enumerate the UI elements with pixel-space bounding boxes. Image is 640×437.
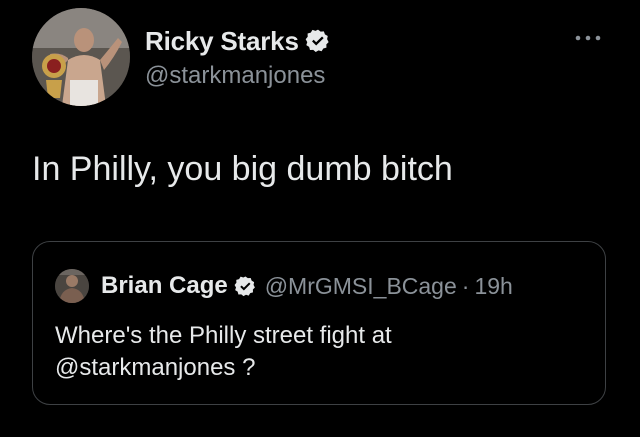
verified-badge-icon bbox=[234, 275, 257, 298]
quote-author-handle[interactable]: @MrGMSI_BCage bbox=[265, 273, 457, 300]
verified-badge-icon bbox=[305, 28, 331, 54]
author-name[interactable]: Ricky Starks bbox=[145, 26, 299, 57]
wrestler-with-belt-avatar bbox=[32, 8, 130, 106]
more-horizontal-icon bbox=[575, 35, 601, 41]
quoted-tweet-header: Brian Cage @MrGMSI_BCage · 19h bbox=[55, 268, 513, 304]
quote-author-name[interactable]: Brian Cage bbox=[101, 272, 228, 300]
tweet-text: In Philly, you big dumb bitch bbox=[32, 150, 453, 188]
quote-text-line: Where's the Philly street fight at bbox=[55, 322, 392, 349]
quote-timestamp[interactable]: 19h bbox=[474, 273, 512, 300]
quoted-tweet-card[interactable]: Brian Cage @MrGMSI_BCage · 19h Where's t… bbox=[32, 241, 606, 405]
more-options-button[interactable] bbox=[568, 28, 608, 48]
separator-dot: · bbox=[461, 272, 470, 299]
quote-author-avatar[interactable] bbox=[55, 269, 89, 303]
author-handle[interactable]: @starkmanjones bbox=[145, 62, 325, 90]
quote-text-line: @starkmanjones ? bbox=[55, 354, 256, 381]
quote-text: Where's the Philly street fight at @star… bbox=[55, 320, 575, 384]
author-name-row: Ricky Starks bbox=[145, 24, 331, 58]
author-avatar[interactable] bbox=[32, 8, 130, 106]
wrestler-avatar bbox=[55, 269, 89, 303]
